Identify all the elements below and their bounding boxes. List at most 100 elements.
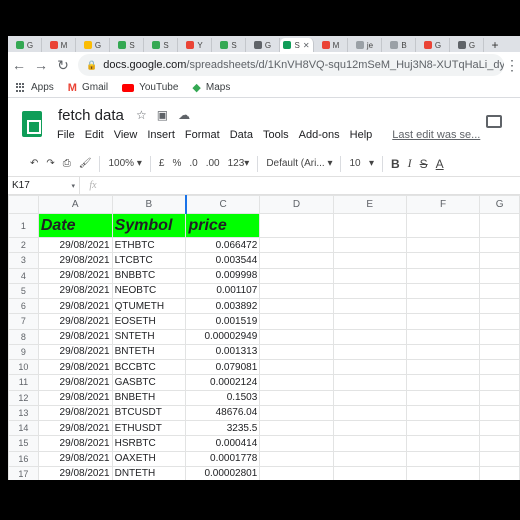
row-header[interactable]: 14	[8, 419, 39, 437]
symbol-cell[interactable]: DNTETH	[111, 465, 187, 480]
cell[interactable]	[479, 435, 520, 452]
percent-format-button[interactable]: %	[172, 158, 181, 169]
cell[interactable]	[332, 358, 407, 376]
price-cell[interactable]: 48676.04	[185, 404, 261, 422]
cell[interactable]	[332, 435, 407, 452]
price-cell[interactable]: 0.079081	[185, 358, 261, 376]
italic-button[interactable]: I	[408, 156, 412, 171]
cell[interactable]	[479, 252, 520, 269]
date-cell[interactable]: 29/08/2021	[37, 328, 113, 345]
font-size-select[interactable]: 10 ▾	[349, 158, 373, 169]
cell[interactable]	[332, 313, 407, 330]
menu-add-ons[interactable]: Add-ons	[299, 129, 340, 141]
cell[interactable]	[405, 313, 481, 330]
browser-tab[interactable]: S	[212, 38, 246, 52]
row-header[interactable]: 10	[8, 358, 39, 376]
cell[interactable]	[479, 213, 520, 238]
symbol-cell[interactable]: OAXETH	[111, 450, 187, 467]
date-cell[interactable]: 29/08/2021	[37, 419, 113, 437]
cell[interactable]	[479, 389, 520, 406]
cell[interactable]	[479, 297, 520, 315]
bookmark-youtube[interactable]: YouTube	[122, 82, 178, 93]
cell[interactable]	[405, 343, 481, 361]
date-cell[interactable]: 29/08/2021	[37, 358, 113, 376]
row-header[interactable]: 1	[8, 213, 39, 238]
cell[interactable]	[405, 358, 481, 376]
date-cell[interactable]: 29/08/2021	[37, 313, 113, 330]
browser-tab[interactable]: B	[382, 38, 416, 52]
star-icon[interactable]: ☆	[136, 108, 147, 122]
cell[interactable]	[259, 358, 334, 376]
cell[interactable]	[479, 358, 520, 376]
browser-tab[interactable]: G	[76, 38, 110, 52]
date-cell[interactable]: 29/08/2021	[37, 435, 113, 452]
formula-input[interactable]	[106, 177, 520, 194]
cell[interactable]	[332, 328, 407, 345]
symbol-cell[interactable]: BNTETH	[111, 343, 187, 361]
cell[interactable]	[332, 374, 407, 391]
undo-icon[interactable]: ↶	[30, 158, 38, 169]
column-header-e[interactable]: E	[332, 195, 407, 214]
price-cell[interactable]: 0.001519	[185, 313, 261, 330]
cell[interactable]	[479, 282, 520, 300]
date-cell[interactable]: 29/08/2021	[37, 236, 113, 254]
symbol-cell[interactable]: QTUMETH	[111, 297, 187, 315]
price-cell[interactable]: 0.000414	[185, 435, 261, 452]
cell[interactable]	[405, 252, 481, 269]
browser-tab[interactable]: S	[144, 38, 178, 52]
cell[interactable]	[332, 282, 407, 300]
symbol-cell[interactable]: BNBETH	[111, 389, 187, 406]
date-cell[interactable]: 29/08/2021	[37, 252, 113, 269]
cell[interactable]	[259, 450, 334, 467]
header-cell-date[interactable]: Date	[37, 213, 113, 238]
menu-view[interactable]: View	[114, 129, 138, 141]
cell[interactable]	[479, 267, 520, 284]
browser-tab[interactable]: G	[246, 38, 280, 52]
new-tab-button[interactable]: +	[488, 38, 502, 52]
column-header-d[interactable]: D	[259, 195, 334, 214]
cell[interactable]	[405, 389, 481, 406]
cell[interactable]	[259, 374, 334, 391]
date-cell[interactable]: 29/08/2021	[37, 343, 113, 361]
symbol-cell[interactable]: BCCBTC	[111, 358, 187, 376]
price-cell[interactable]: 0.001313	[185, 343, 261, 361]
cell[interactable]	[332, 213, 407, 238]
row-header[interactable]: 11	[8, 374, 39, 391]
print-icon[interactable]: ⎙	[63, 158, 71, 169]
price-cell[interactable]: 0.0001778	[185, 450, 261, 467]
comment-icon[interactable]	[486, 115, 502, 128]
cell[interactable]	[332, 404, 407, 422]
cell[interactable]	[332, 419, 407, 437]
symbol-cell[interactable]: NEOBTC	[111, 282, 187, 300]
date-cell[interactable]: 29/08/2021	[37, 267, 113, 284]
reload-icon[interactable]: ↻	[52, 57, 74, 74]
forward-arrow-icon[interactable]: →	[30, 57, 52, 73]
text-color-button[interactable]: A	[436, 157, 444, 171]
cell[interactable]	[259, 328, 334, 345]
cell[interactable]	[479, 465, 520, 480]
zoom-select[interactable]: 100% ▾	[108, 158, 141, 169]
cell[interactable]	[259, 236, 334, 254]
url-input[interactable]: 🔒 docs.google.com/spreadsheets/d/1KnVH8V…	[78, 54, 504, 76]
redo-icon[interactable]: ↷	[46, 158, 54, 169]
date-cell[interactable]: 29/08/2021	[37, 450, 113, 467]
menu-file[interactable]: File	[57, 129, 75, 141]
row-header[interactable]: 13	[8, 404, 39, 422]
date-cell[interactable]: 29/08/2021	[37, 374, 113, 391]
price-cell[interactable]: 0.0002124	[185, 374, 261, 391]
document-title[interactable]: fetch data	[58, 107, 124, 124]
row-header[interactable]: 6	[8, 297, 39, 315]
cell[interactable]	[405, 435, 481, 452]
row-header[interactable]: 3	[8, 252, 39, 269]
last-edit-link[interactable]: Last edit was se...	[392, 129, 480, 141]
cell[interactable]	[332, 343, 407, 361]
cell[interactable]	[259, 389, 334, 406]
bold-button[interactable]: B	[391, 157, 400, 171]
cell[interactable]	[479, 328, 520, 345]
symbol-cell[interactable]: SNTETH	[111, 328, 187, 345]
price-cell[interactable]: 0.00002801	[185, 465, 261, 480]
cell[interactable]	[405, 465, 481, 480]
cell[interactable]	[259, 252, 334, 269]
date-cell[interactable]: 29/08/2021	[37, 282, 113, 300]
date-cell[interactable]: 29/08/2021	[37, 465, 113, 480]
